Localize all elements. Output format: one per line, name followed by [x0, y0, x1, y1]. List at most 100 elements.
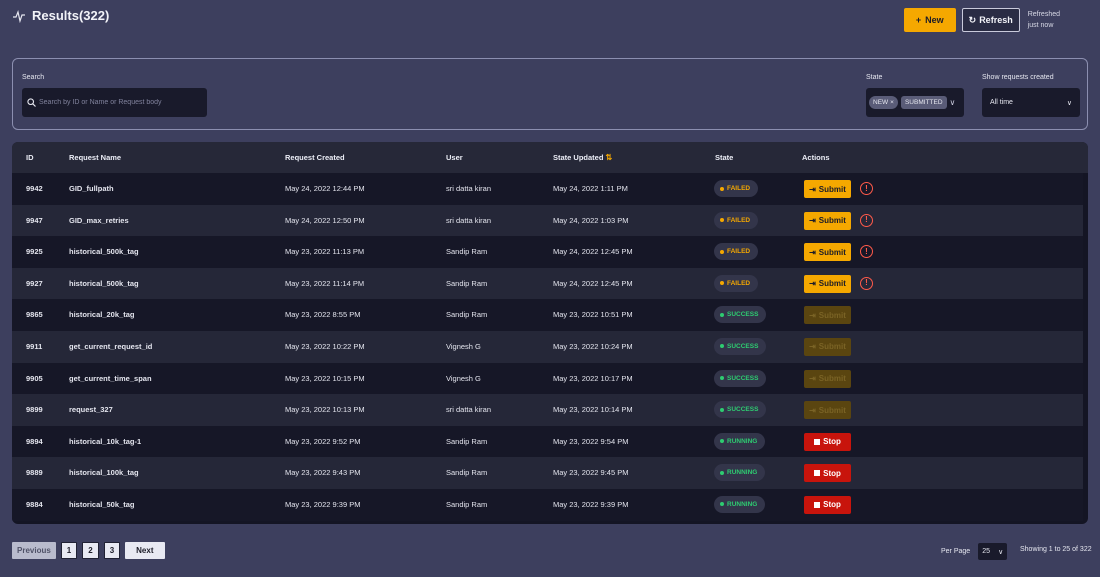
- cell-state-updated: May 23, 2022 10:17 PM: [553, 373, 633, 383]
- table-row[interactable]: 9905 get_current_time_span May 23, 2022 10…: [12, 362, 1083, 395]
- submit-icon: ⇥: [809, 310, 816, 320]
- page-header: Results(322): [12, 8, 109, 23]
- cell-id: 9865: [26, 310, 43, 320]
- state-chip-new[interactable]: NEW ×: [869, 96, 898, 109]
- table-row[interactable]: 9884 historical_50k_tag May 23, 2022 9:39 …: [12, 488, 1083, 521]
- submit-button: ⇥ Submit: [804, 306, 851, 325]
- col-user[interactable]: User: [446, 153, 463, 162]
- col-state-updated[interactable]: State Updated ⇅: [553, 153, 612, 162]
- cell-request-name: get_current_time_span: [69, 373, 152, 383]
- stop-icon: [814, 470, 821, 477]
- cell-request-created: May 24, 2022 12:44 PM: [285, 184, 365, 193]
- status-dot-icon: [720, 344, 724, 349]
- page-2-button[interactable]: 2: [82, 542, 99, 559]
- previous-button[interactable]: Previous: [12, 542, 56, 559]
- created-select[interactable]: All time ∨: [982, 88, 1080, 117]
- table-row[interactable]: 9911 get_current_request_id May 23, 2022 1…: [12, 330, 1083, 363]
- status-text: FAILED: [727, 279, 751, 287]
- table-row[interactable]: 9889 historical_100k_tag May 23, 2022 9:43…: [12, 457, 1083, 489]
- cell-request-name: historical_100k_tag: [69, 468, 139, 478]
- submit-icon: ⇥: [809, 342, 816, 352]
- col-actions: Actions: [802, 153, 830, 162]
- cell-request-name: historical_500k_tag: [69, 278, 139, 288]
- cell-id: 9884: [26, 499, 43, 509]
- stop-icon: [814, 501, 821, 508]
- status-dot-icon: [720, 249, 724, 254]
- cell-user: Sandip Ram: [446, 247, 488, 257]
- table-row[interactable]: 9927 historical_500k_tag May 23, 2022 11:1…: [12, 267, 1083, 300]
- close-icon[interactable]: ×: [890, 99, 894, 106]
- stop-button[interactable]: Stop: [804, 495, 851, 514]
- cell-state-updated: May 23, 2022 9:45 PM: [553, 468, 629, 478]
- col-state: State: [715, 153, 734, 162]
- status-badge: FAILED: [714, 274, 759, 292]
- per-page-label: Per Page: [941, 548, 971, 555]
- table-row[interactable]: 9947 GID_max_retries May 24, 2022 12:50 PM…: [12, 204, 1083, 237]
- table-row[interactable]: 9899 request_327 May 23, 2022 10:13 PM sri …: [12, 394, 1083, 426]
- cell-request-name: request_327: [69, 405, 113, 415]
- status-dot-icon: [720, 407, 724, 412]
- status-badge: FAILED: [714, 180, 759, 197]
- cell-request-created: May 24, 2022 12:50 PM: [285, 215, 365, 225]
- status-text: SUCCESS: [727, 342, 759, 350]
- submit-button[interactable]: ⇥ Submit: [804, 180, 851, 198]
- table-row[interactable]: 9865 historical_20k_tag May 23, 2022 8:55 …: [12, 299, 1083, 331]
- stop-button[interactable]: Stop: [804, 432, 851, 451]
- state-chip-submitted[interactable]: SUBMITTED: [900, 96, 947, 109]
- col-id[interactable]: ID: [26, 153, 34, 162]
- submit-button[interactable]: ⇥ Submit: [804, 211, 851, 230]
- chevron-down-icon: ∨: [998, 548, 1004, 556]
- col-request-created[interactable]: Request Created: [285, 153, 345, 162]
- search-field[interactable]: [22, 88, 207, 117]
- status-badge: SUCCESS: [714, 369, 767, 387]
- error-icon[interactable]: !: [860, 182, 873, 195]
- cell-state-updated: May 23, 2022 10:51 PM: [553, 310, 633, 320]
- cell-id: 9942: [26, 184, 43, 193]
- col-request-name[interactable]: Request Name: [69, 153, 121, 162]
- submit-button: ⇥ Submit: [804, 369, 851, 388]
- cell-id: 9925: [26, 247, 43, 257]
- table-row[interactable]: 9942 GID_fullpath May 24, 2022 12:44 PM sri…: [12, 173, 1083, 205]
- cell-state-updated: May 23, 2022 10:24 PM: [553, 341, 633, 351]
- stop-button[interactable]: Stop: [804, 464, 851, 483]
- submit-button: ⇥ Submit: [804, 401, 851, 420]
- submit-button[interactable]: ⇥ Submit: [804, 243, 851, 262]
- chevron-down-icon[interactable]: ∨: [950, 98, 956, 107]
- state-label: State: [866, 74, 883, 81]
- status-badge: FAILED: [714, 211, 759, 229]
- sort-icon[interactable]: ⇅: [606, 153, 613, 162]
- cell-id: 9911: [26, 341, 43, 351]
- status-badge: FAILED: [714, 243, 759, 261]
- cell-id: 9889: [26, 468, 43, 478]
- cell-user: Sandip Ram: [446, 278, 488, 288]
- chevron-down-icon: ∨: [1066, 99, 1072, 107]
- new-button[interactable]: + New: [903, 8, 956, 32]
- status-dot-icon: [720, 186, 724, 191]
- cell-user: sri datta kiran: [446, 405, 492, 415]
- page-1-button[interactable]: 1: [60, 542, 78, 559]
- search-input[interactable]: [39, 99, 199, 106]
- next-button[interactable]: Next: [125, 542, 165, 559]
- cell-user: Sandip Ram: [446, 468, 488, 478]
- cell-request-name: historical_500k_tag: [69, 247, 139, 257]
- cell-user: sri datta kiran: [446, 215, 492, 225]
- status-badge: RUNNING: [714, 495, 766, 513]
- error-icon[interactable]: !: [860, 276, 873, 290]
- error-icon[interactable]: !: [860, 245, 873, 259]
- page-3-button[interactable]: 3: [103, 542, 121, 559]
- cell-request-name: GID_max_retries: [69, 215, 129, 225]
- submit-button[interactable]: ⇥ Submit: [804, 274, 851, 293]
- filter-panel: Search State NEW × SUBMITTED ∨ Show requ…: [12, 58, 1088, 130]
- table-row[interactable]: 9894 historical_10k_tag-1 May 23, 2022 9:5…: [12, 425, 1083, 458]
- per-page-select[interactable]: 25 ∨: [978, 543, 1008, 560]
- cell-user: Vignesh G: [446, 341, 481, 351]
- cell-request-created: May 23, 2022 9:52 PM: [285, 436, 361, 446]
- activity-icon: [13, 9, 25, 23]
- state-select[interactable]: NEW × SUBMITTED ∨: [866, 88, 964, 117]
- cell-request-name: historical_50k_tag: [69, 499, 135, 509]
- showing-count: Showing 1 to 25 of 322: [1020, 546, 1092, 553]
- refresh-button[interactable]: ↻ Refresh: [961, 8, 1020, 32]
- cell-state-updated: May 24, 2022 12:45 PM: [553, 278, 633, 288]
- error-icon[interactable]: !: [860, 213, 873, 227]
- table-row[interactable]: 9925 historical_500k_tag May 23, 2022 11:1…: [12, 236, 1083, 268]
